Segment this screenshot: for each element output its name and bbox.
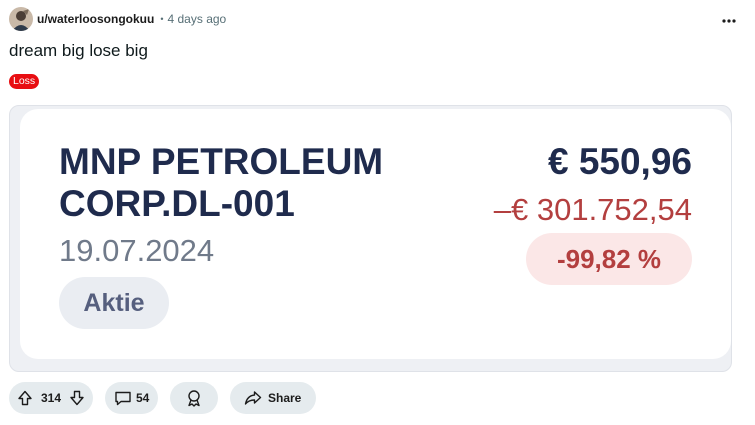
share-label: Share [268,391,302,405]
post-flair-badge[interactable]: Loss [9,74,40,89]
stock-name-line-2: CORP.DL-001 [59,183,295,224]
stock-name: MNP PETROLEUM CORP.DL-001 [59,141,383,225]
avatar[interactable] [9,7,33,31]
arrow-up-icon[interactable] [17,390,33,406]
stock-percent-change-badge: -99,82 % [526,233,692,285]
vote-control: 314 [9,382,93,414]
stock-value: € 550,96 [547,141,692,182]
more-horizontal-icon [722,10,736,28]
comment-bubble-icon [114,390,132,406]
award-icon [185,389,203,407]
asset-type-badge: Aktie [59,277,169,329]
post-menu-button[interactable] [718,9,740,29]
stock-card: MNP PETROLEUM CORP.DL-001 19.07.2024 Akt… [20,109,731,359]
post-timestamp: 4 days ago [167,12,227,26]
post-title[interactable]: dream big lose big [9,41,148,61]
post-header: u/waterloosongokuu • 4 days ago [9,7,746,31]
post-action-bar: 314 54 Share [9,382,316,414]
author-link[interactable]: u/waterloosongokuu [37,12,154,26]
comments-button[interactable]: 54 [105,382,158,414]
post-image[interactable]: MNP PETROLEUM CORP.DL-001 19.07.2024 Akt… [9,105,732,372]
stock-absolute-change: –€ 301.752,54 [493,192,692,227]
share-arrow-icon [244,390,262,406]
arrow-down-icon[interactable] [69,390,85,406]
stock-name-line-1: MNP PETROLEUM [59,141,384,182]
award-button[interactable] [170,382,218,414]
meta-separator: • [160,14,164,24]
share-button[interactable]: Share [230,382,316,414]
vote-count: 314 [40,391,62,405]
comment-count: 54 [136,391,150,405]
stock-date: 19.07.2024 [59,233,215,268]
